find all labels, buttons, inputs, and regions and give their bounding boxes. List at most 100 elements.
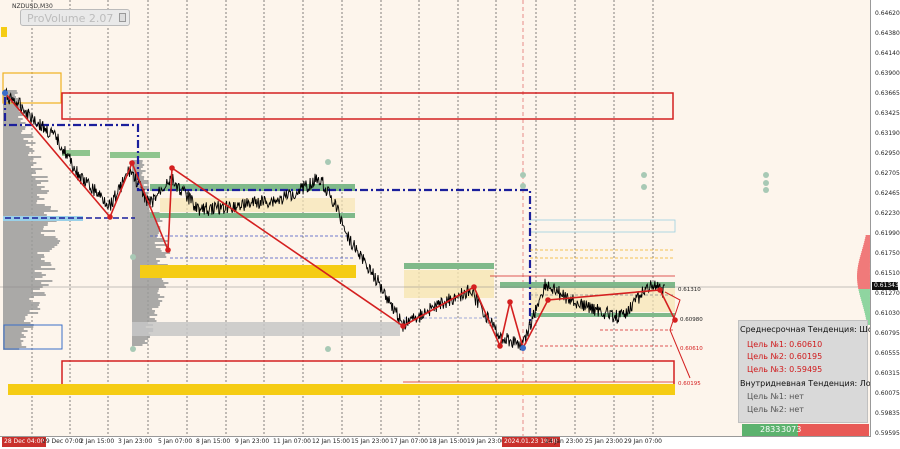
price-tick: 0.59595 bbox=[875, 430, 900, 437]
time-tick: 3 Jan 23:00 bbox=[118, 438, 153, 445]
time-tick: 8 Jan 15:00 bbox=[196, 438, 231, 445]
volume-profile-bar bbox=[3, 150, 35, 152]
volume-profile-bar bbox=[3, 182, 41, 184]
zigzag-point bbox=[545, 297, 551, 303]
volume-profile-bar bbox=[3, 168, 43, 170]
volume-profile-bar bbox=[3, 170, 36, 172]
price-tick: 0.61030 bbox=[875, 310, 900, 317]
volume-profile-bar bbox=[132, 186, 149, 188]
volume-profile-bar bbox=[3, 328, 24, 330]
volume-profile-bar bbox=[3, 166, 31, 168]
time-tick: 9 Jan 23:00 bbox=[235, 438, 270, 445]
volume-profile-bar bbox=[3, 198, 45, 200]
side-volume-bar bbox=[859, 293, 870, 295]
volume-profile-bar bbox=[132, 246, 156, 248]
side-volume-bar bbox=[860, 255, 870, 257]
volume-profile-bar bbox=[3, 212, 44, 214]
volume-profile-bar bbox=[3, 280, 53, 282]
volume-profile-bar bbox=[132, 292, 158, 294]
side-volume-bar bbox=[857, 267, 870, 269]
zigzag-point bbox=[471, 284, 477, 290]
volume-profile-bar bbox=[3, 136, 34, 138]
volume-profile-bar bbox=[3, 138, 24, 140]
volume-profile-bar bbox=[3, 318, 26, 320]
zigzag-point bbox=[129, 160, 135, 166]
volume-profile-bar bbox=[3, 254, 44, 256]
volume-profile-bar bbox=[3, 272, 42, 274]
volume-profile-bar bbox=[132, 208, 150, 210]
zigzag-point bbox=[169, 165, 175, 171]
price-tick: 0.64620 bbox=[875, 10, 900, 17]
volume-profile-bar bbox=[3, 338, 21, 340]
side-volume-bar bbox=[861, 251, 870, 253]
trend-info-panel: Среднесрочная Тенденция: Шорт Цель №1: 0… bbox=[738, 320, 871, 423]
indicator-badge[interactable]: ProVolume 2.07 bbox=[20, 9, 130, 26]
volume-profile-bar bbox=[3, 260, 45, 262]
volume-profile-bar bbox=[3, 152, 30, 154]
time-tick: 15 Jan 23:00 bbox=[351, 438, 389, 445]
volume-profile-bar bbox=[3, 330, 28, 332]
price-tick: 0.63425 bbox=[875, 110, 900, 117]
volume-profile-bar bbox=[132, 234, 158, 236]
volume-profile-bar bbox=[3, 346, 27, 348]
volume-profile-bar bbox=[3, 250, 50, 252]
price-tick: 0.64140 bbox=[875, 50, 900, 57]
medium-term-trend: Среднесрочная Тенденция: Шорт bbox=[740, 325, 871, 334]
volume-profile-bar bbox=[132, 312, 155, 314]
volume-profile-bar bbox=[132, 244, 169, 246]
volume-profile-bar bbox=[3, 310, 30, 312]
volume-profile-bar bbox=[3, 256, 45, 258]
time-tick: 17 Jan 07:00 bbox=[390, 438, 428, 445]
side-volume-bar bbox=[860, 297, 870, 299]
volume-profile-bar bbox=[3, 134, 33, 136]
volume-profile-bar bbox=[3, 232, 41, 234]
volume-profile-bar bbox=[3, 342, 22, 344]
sell-volume: 3073 bbox=[781, 425, 802, 434]
side-volume-bar bbox=[863, 245, 870, 247]
price-axis[interactable]: 0.64620 0.64380 0.64140 0.63900 0.63665 0.634… bbox=[871, 0, 900, 437]
volume-profile-bar bbox=[132, 340, 145, 342]
volume-profile-bar bbox=[132, 204, 149, 206]
volume-profile-bar bbox=[132, 228, 161, 230]
volume-profile-bar bbox=[132, 316, 150, 318]
side-volume-bar bbox=[864, 311, 870, 313]
zigzag-point bbox=[400, 323, 406, 329]
price-tick: 0.60315 bbox=[875, 370, 900, 377]
volume-profile-bar bbox=[3, 186, 45, 188]
side-volume-bar bbox=[862, 247, 870, 249]
price-tick: 0.62465 bbox=[875, 190, 900, 197]
side-volume-bar bbox=[859, 259, 870, 261]
volume-profile-bar bbox=[132, 288, 159, 290]
volume-profile-bar bbox=[3, 302, 40, 304]
volume-profile-bar bbox=[3, 188, 42, 190]
time-tick: 25 Jan 23:00 bbox=[585, 438, 623, 445]
side-volume-bar bbox=[863, 307, 870, 309]
volume-profile-bar bbox=[3, 336, 26, 338]
side-marker bbox=[1, 27, 7, 37]
target-3: Цель №3: 0.59495 bbox=[747, 365, 823, 374]
side-volume-bar bbox=[863, 243, 870, 245]
volume-profile-bar bbox=[3, 314, 28, 316]
volume-profile-bar bbox=[3, 110, 19, 112]
indicator-toggle-icon[interactable] bbox=[119, 13, 126, 22]
volume-profile-bar bbox=[3, 226, 44, 228]
volume-profile-bar bbox=[3, 332, 22, 334]
volume-profile-bar bbox=[3, 334, 24, 336]
price-chart[interactable]: 0.61310 0.60980 0.60610 0.60195 NZDUSD,M30 … bbox=[0, 0, 871, 437]
volume-profile-bar bbox=[3, 252, 38, 254]
intraday-target-1: Цель №1: нет bbox=[747, 392, 804, 401]
volume-profile-bar bbox=[132, 222, 157, 224]
volume-balance-bar: 2833 3073 bbox=[742, 424, 869, 436]
volume-profile-bar bbox=[3, 294, 46, 296]
side-volume-bar bbox=[865, 235, 870, 237]
side-volume-bar bbox=[857, 275, 870, 277]
side-volume-bar bbox=[858, 289, 870, 291]
zigzag-point bbox=[165, 247, 171, 253]
time-tick: 29 Jan 07:00 bbox=[624, 438, 662, 445]
time-axis[interactable]: 28 Dec 04:00 29 Dec 07:00 2 Jan 15:00 3 Jan… bbox=[0, 437, 871, 449]
time-tick: 5 Jan 07:00 bbox=[158, 438, 193, 445]
volume-profile-bar bbox=[3, 262, 51, 264]
green-zone bbox=[150, 213, 355, 218]
volume-profile-bar bbox=[3, 184, 37, 186]
volume-profile-bar bbox=[3, 160, 31, 162]
